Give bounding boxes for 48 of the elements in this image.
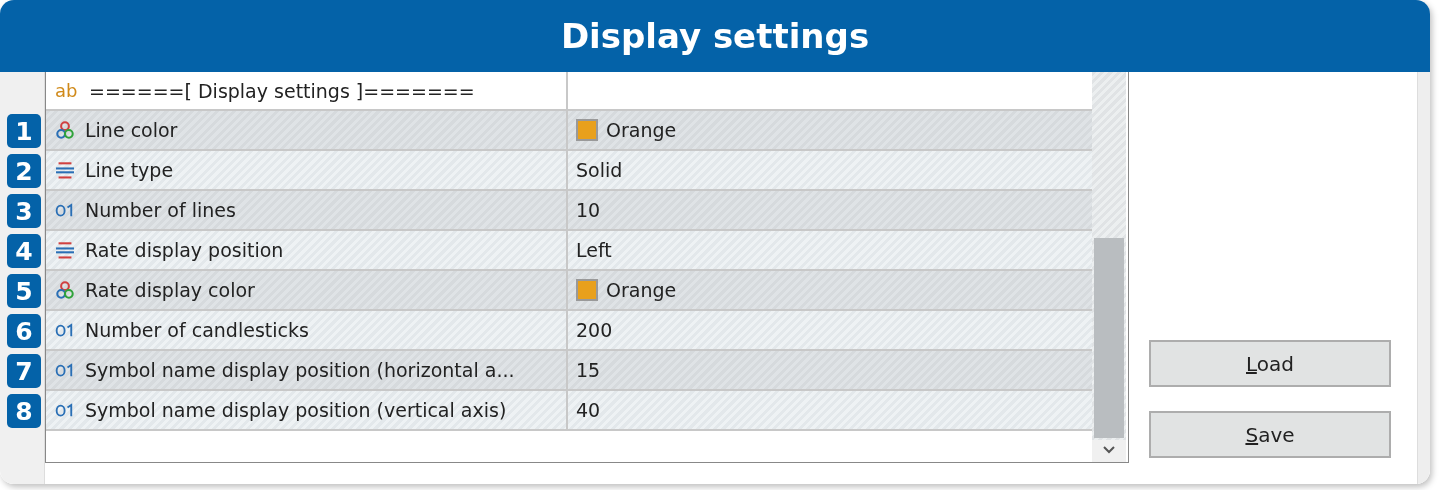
- property-name: Number of candlesticks: [85, 319, 309, 341]
- property-name: Number of lines: [85, 199, 236, 221]
- scrollbar[interactable]: [1092, 72, 1126, 462]
- property-name: Line type: [85, 159, 174, 181]
- property-value: Orange: [606, 279, 677, 301]
- property-row[interactable]: Number of lines 10: [46, 191, 1092, 231]
- number-type-icon: [55, 401, 75, 419]
- property-value: 15: [576, 359, 601, 381]
- property-name: Symbol name display position (horizontal a...: [85, 359, 515, 381]
- number-type-icon: [55, 201, 75, 219]
- number-badge: 1: [7, 114, 41, 148]
- property-row[interactable]: Rate display position Left: [46, 231, 1092, 271]
- property-name: Line color: [85, 119, 178, 141]
- number-badge: 3: [7, 194, 41, 228]
- property-name: Rate display position: [85, 239, 284, 261]
- number-badge: 7: [7, 354, 41, 388]
- property-row[interactable]: Line type Solid: [46, 151, 1092, 191]
- property-row[interactable]: Number of candlesticks 200: [46, 311, 1092, 351]
- property-row[interactable]: Symbol name display position (horizontal a... 15: [46, 351, 1092, 391]
- list-lines-icon: [55, 161, 75, 179]
- property-name: Symbol name display position (vertical axis): [85, 399, 507, 421]
- number-badge: 6: [7, 314, 41, 348]
- load-button[interactable]: Load: [1149, 340, 1391, 387]
- number-badge: 4: [7, 234, 41, 268]
- number-type-icon: [55, 361, 75, 379]
- number-badge: 5: [7, 274, 41, 308]
- color-circles-icon: [55, 281, 75, 299]
- window-title: Display settings: [560, 16, 870, 56]
- property-value: Orange: [606, 119, 677, 141]
- property-value: Solid: [576, 159, 623, 181]
- text-type-icon: ab: [55, 80, 79, 101]
- list-lines-icon: [55, 241, 75, 259]
- color-circles-icon: [55, 121, 75, 139]
- number-badge: 2: [7, 154, 41, 188]
- scrollbar-thumb[interactable]: [1094, 238, 1124, 438]
- property-row[interactable]: Symbol name display position (vertical axis) 40: [46, 391, 1092, 431]
- section-header: ======[ Display settings ]=======: [89, 79, 475, 102]
- number-type-icon: [55, 321, 75, 339]
- property-value: 40: [576, 399, 601, 421]
- save-button[interactable]: Save: [1149, 411, 1391, 458]
- property-value: 10: [576, 199, 601, 221]
- property-value: 200: [576, 319, 613, 341]
- scroll-down-icon[interactable]: [1103, 446, 1115, 454]
- property-name: Rate display color: [85, 279, 255, 301]
- number-badge: 8: [7, 394, 41, 428]
- property-value: Left: [576, 239, 612, 261]
- property-row[interactable]: Line color Orange: [46, 111, 1092, 151]
- property-row[interactable]: Rate display color Orange: [46, 271, 1092, 311]
